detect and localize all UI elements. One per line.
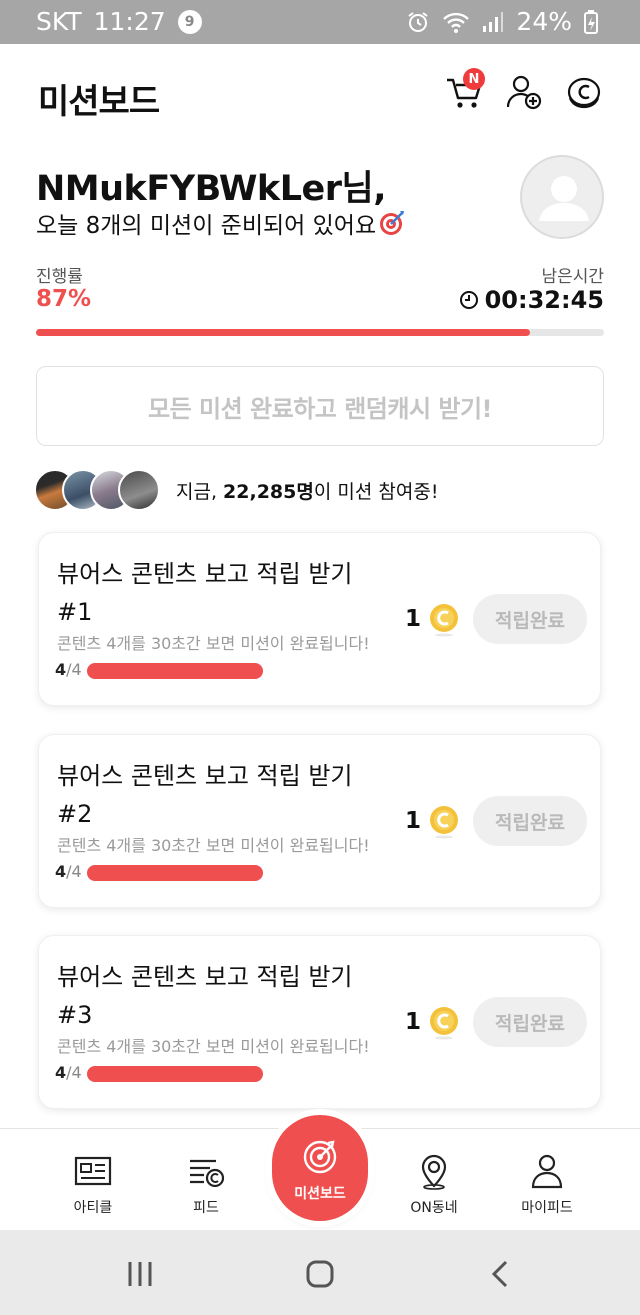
signal-icon	[483, 11, 504, 32]
home-icon[interactable]	[300, 1254, 340, 1294]
recent-apps-icon[interactable]	[120, 1254, 160, 1294]
claim-complete-button[interactable]: 적립완료	[473, 997, 587, 1047]
nav-item-missionboard[interactable]: 미션보드	[272, 1115, 368, 1221]
nav-item-neighborhood[interactable]: ON동네	[379, 1129, 489, 1231]
progress-percent: 87%	[36, 286, 92, 312]
mission-progress-bar	[87, 865, 263, 881]
clock-icon	[459, 291, 478, 309]
nav-label-myfeed: 마이피드	[521, 1200, 573, 1216]
remaining-time-label: 남은시간	[541, 267, 604, 287]
participants-suffix: 이 미션 참여중!	[313, 480, 439, 503]
mission-done-count: 4	[55, 660, 67, 679]
target-icon	[380, 211, 405, 235]
mission-description: 콘텐츠 4개를 30초간 보면 미션이 완료됩니다!	[57, 1037, 370, 1056]
reward-amount: 1	[405, 808, 422, 834]
mission-card[interactable]: 뷰어스 콘텐츠 보고 적립 받기#1 콘텐츠 4개를 30초간 보면 미션이 완…	[38, 532, 601, 706]
mission-card[interactable]: 뷰어스 콘텐츠 보고 적립 받기#3 콘텐츠 4개를 30초간 보면 미션이 완…	[38, 935, 601, 1109]
notification-count-badge: 9	[177, 9, 202, 34]
mission-count: 4/4	[55, 862, 82, 881]
remaining-time: 00:32:45	[459, 286, 604, 314]
default-user-icon	[539, 176, 589, 221]
reward-amount: 1	[405, 1009, 422, 1035]
nav-label-missionboard: 미션보드	[294, 1186, 346, 1202]
greeting-subtitle: 오늘 8개의 미션이 준비되어 있어요	[36, 206, 406, 240]
mission-done-count: 4	[55, 862, 67, 881]
clock: 11:27	[93, 7, 166, 36]
battery-percent: 24%	[516, 7, 572, 36]
mission-done-count: 4	[55, 1063, 67, 1082]
feed-icon	[190, 1159, 225, 1188]
user-icon	[531, 1154, 563, 1189]
participants-text: 지금, 22,285명이 미션 참여중!	[176, 477, 438, 504]
nav-item-myfeed[interactable]: 마이피드	[492, 1129, 602, 1231]
random-cash-button[interactable]: 모든 미션 완료하고 랜덤캐시 받기!	[36, 366, 604, 446]
participants-prefix: 지금,	[176, 480, 224, 503]
mission-progress-bar	[87, 1066, 263, 1082]
mission-description: 콘텐츠 4개를 30초간 보면 미션이 완료됩니다!	[57, 836, 370, 855]
coin-icon	[430, 604, 458, 637]
reward-amount: 1	[405, 606, 422, 632]
mission-title: 뷰어스 콘텐츠 보고 적립 받기#2	[57, 762, 353, 828]
mission-total-count: /4	[66, 660, 82, 679]
add-friend-icon[interactable]	[504, 72, 544, 112]
battery-icon	[584, 9, 598, 34]
mission-count: 4/4	[55, 1063, 82, 1082]
target-icon	[303, 1140, 337, 1174]
user-greeting-name: NMukFYBWkLer님,	[36, 169, 387, 209]
status-bar: SKT 11:27 9 24%	[0, 0, 640, 44]
profile-avatar[interactable]	[520, 155, 604, 239]
nav-item-feed[interactable]: 피드	[151, 1129, 261, 1231]
participant-avatar	[118, 469, 160, 511]
mission-title: 뷰어스 콘텐츠 보고 적립 받기#1	[57, 560, 353, 626]
participants-row: 지금, 22,285명이 미션 참여중!	[34, 468, 438, 512]
cart-new-badge: N	[463, 68, 485, 90]
nav-label-article: 아티클	[73, 1200, 113, 1216]
nav-label-neighborhood: ON동네	[410, 1200, 458, 1216]
claim-complete-button[interactable]: 적립완료	[473, 796, 587, 846]
greeting-subtitle-text: 오늘 8개의 미션이 준비되어 있어요	[36, 213, 377, 239]
cash-coin-icon[interactable]	[564, 72, 604, 112]
nav-label-feed: 피드	[193, 1200, 219, 1216]
mission-card[interactable]: 뷰어스 콘텐츠 보고 적립 받기#2 콘텐츠 4개를 30초간 보면 미션이 완…	[38, 734, 601, 908]
mission-count: 4/4	[55, 660, 82, 679]
progress-label: 진행률	[36, 267, 83, 287]
coin-icon	[430, 1007, 458, 1040]
mission-total-count: /4	[66, 1063, 82, 1082]
page-title: 미션보드	[38, 82, 160, 122]
participants-count: 22,285명	[223, 480, 314, 503]
app-header: 미션보드 N	[0, 44, 640, 140]
article-icon	[74, 1156, 112, 1186]
claim-complete-button[interactable]: 적립완료	[473, 594, 587, 644]
progress-bar-fill	[36, 329, 531, 336]
back-icon[interactable]	[480, 1254, 520, 1294]
location-pin-icon	[421, 1154, 447, 1190]
mission-title: 뷰어스 콘텐츠 보고 적립 받기#3	[57, 963, 353, 1029]
system-navigation-bar	[0, 1230, 640, 1315]
remaining-time-value: 00:32:45	[484, 286, 604, 314]
progress-bar	[36, 329, 604, 336]
mission-progress-bar	[87, 663, 263, 679]
nav-item-article[interactable]: 아티클	[38, 1129, 148, 1231]
mission-description: 콘텐츠 4개를 30초간 보면 미션이 완료됩니다!	[57, 634, 370, 653]
wifi-icon	[443, 12, 470, 33]
coin-icon	[430, 806, 458, 839]
alarm-icon	[408, 11, 429, 32]
carrier-label: SKT	[36, 7, 82, 36]
mission-total-count: /4	[66, 862, 82, 881]
